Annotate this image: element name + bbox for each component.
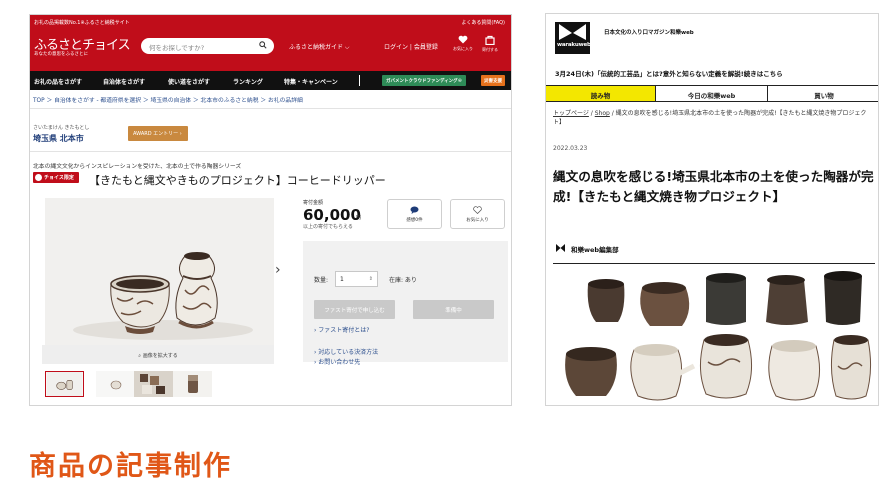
divider — [30, 108, 511, 109]
product-title: 【きたもと縄文やきものプロジェクト】コーヒードリッパー — [89, 174, 386, 187]
amount-label: 寄付金額 — [303, 200, 324, 206]
select-arrows-icon: ⇕ — [368, 276, 373, 282]
login-link[interactable]: ログイン | 会員登録 — [384, 42, 438, 51]
choice-limited-badge: チョイス限定 — [33, 172, 79, 183]
heart-icon — [458, 35, 468, 44]
city-name[interactable]: 埼玉県 北本市 — [33, 133, 84, 144]
favorite-label: お気に入り — [466, 218, 489, 223]
news-banner[interactable]: 3月24日(木)「伝統的工芸品」とは?意外と知らない定義を解説!続きはこちら — [555, 68, 783, 78]
next-image-arrow[interactable]: › — [275, 262, 281, 278]
disaster-support-button[interactable]: 災害支援 — [481, 75, 505, 86]
warakuweb-screenshot: warakuweb 日本文化の入り口マガジン和樂web 3月24日(木)「伝統的… — [545, 13, 879, 406]
quantity-value: 1 — [340, 276, 344, 283]
guide-menu[interactable]: ふるさと納税ガイド ⌵ — [289, 42, 349, 52]
nav-divider — [359, 75, 360, 86]
thanks-button[interactable]: 感想0件 — [387, 199, 442, 229]
favorites-button[interactable]: お気に入り — [450, 35, 476, 61]
furusato-choice-screenshot: お礼の品掲載数No.1※ふるさと納税サイト よくある質問(FAQ) ふるさとチョ… — [29, 14, 512, 406]
amount-unit: 円 — [356, 215, 362, 221]
fast-donate-info-link[interactable]: › ファスト寄付とは? — [314, 325, 370, 334]
site-header: お礼の品掲載数No.1※ふるさと納税サイト よくある質問(FAQ) ふるさとチョ… — [30, 15, 511, 71]
favorite-button[interactable]: お気に入り — [450, 199, 505, 229]
city-kana: さいたまけん きたもとし — [33, 125, 90, 131]
category-tabs: 読み物 今日の和樂web 買い物 — [546, 85, 878, 102]
nav-item-gifts[interactable]: お礼の品をさがす — [34, 77, 82, 86]
badge-label: チョイス限定 — [44, 175, 74, 181]
warakuweb-logo[interactable]: warakuweb — [555, 22, 591, 54]
product-main-image[interactable] — [45, 198, 274, 345]
quantity-select[interactable]: 1 ⇕ — [335, 271, 378, 287]
nav-item-features[interactable]: 特集・キャンペーン — [284, 77, 338, 86]
nav-item-municipalities[interactable]: 自治体をさがす — [103, 77, 145, 86]
zoom-image-button[interactable]: ⌕ 画像を拡大する — [42, 345, 274, 364]
article-date: 2022.03.23 — [553, 145, 588, 152]
contact-link[interactable]: › お問い合わせ先 — [314, 357, 360, 366]
favorites-label: お気に入り — [453, 46, 473, 51]
fast-donate-button[interactable]: ファスト寄付で申し込む — [314, 300, 395, 319]
quantity-label: 数量: — [314, 277, 329, 284]
badge-icon — [35, 174, 42, 181]
gcf-button[interactable]: ガバメントクラウドファンディング® — [382, 75, 467, 86]
amount-note: 以上の寄付でもらえる — [303, 224, 353, 230]
article-author[interactable]: 和樂web編集部 — [571, 244, 619, 254]
search-icon[interactable] — [259, 41, 267, 49]
divider — [553, 263, 875, 264]
site-logo-subtitle: あなたの意思をふるさとに — [34, 52, 88, 57]
article-title: 縄文の息吹を感じる!埼玉県北本市の土を使った陶器が完成!【きたもと縄文焼き物プロ… — [553, 169, 874, 204]
logo-bowtie-icon — [559, 24, 586, 40]
author-logo-icon — [556, 244, 565, 252]
site-tagline: 日本文化の入り口マガジン和樂web — [604, 30, 694, 36]
nav-item-usage[interactable]: 使い道をさがす — [168, 77, 210, 86]
speech-bubble-icon — [410, 206, 419, 214]
faq-link[interactable]: よくある質問(FAQ) — [461, 19, 505, 26]
thumbnail-1[interactable] — [45, 371, 84, 397]
nav-item-ranking[interactable]: ランキング — [233, 77, 263, 86]
preparing-button[interactable]: 準備中 — [413, 300, 494, 319]
article-hero-image — [546, 270, 878, 405]
donation-amount: 60,000 — [303, 206, 361, 224]
breadcrumb-top[interactable]: トップページ — [553, 110, 589, 117]
main-nav: お礼の品をさがす 自治体をさがす 使い道をさがす ランキング 特集・キャンペーン… — [30, 71, 511, 90]
thumbnail-3[interactable] — [134, 371, 173, 397]
bag-icon — [485, 35, 495, 45]
product-subtitle: 北本の縄文文化からインスピレーションを受けた、北本の土で作る陶器シリーズ — [33, 164, 242, 170]
tab-shopping[interactable]: 買い物 — [767, 86, 878, 101]
header-top-line: お礼の品掲載数No.1※ふるさと納税サイト — [34, 20, 130, 26]
tab-today[interactable]: 今日の和樂web — [655, 86, 767, 101]
thanks-label: 感想0件 — [406, 218, 423, 223]
tab-reading[interactable]: 読み物 — [546, 86, 655, 101]
donate-list-label: 寄付する — [482, 47, 498, 52]
purchase-box: 数量: 1 ⇕ 在庫: あり ファスト寄付で申し込む 準備中 › ファスト寄付と… — [303, 241, 508, 366]
breadcrumb-shop[interactable]: Shop — [595, 110, 610, 117]
breadcrumb: トップページ / Shop / 縄文の息吹を感じる!埼玉県北本市の土を使った陶器… — [553, 110, 867, 126]
divider — [30, 151, 511, 152]
heart-outline-icon — [473, 206, 482, 214]
award-entry-button[interactable]: AWARD エントリー › — [128, 126, 188, 141]
stock-status: 在庫: あり — [389, 277, 417, 284]
section-heading: 商品の記事制作 — [29, 451, 232, 482]
search-input[interactable]: 何をお探しですか? — [141, 38, 274, 54]
breadcrumb[interactable]: TOP ＞ 自治体をさがす - 都道府県を選択 ＞ 埼玉県の自治体 ＞ 北本市の… — [33, 95, 303, 104]
search-placeholder: 何をお探しですか? — [149, 44, 205, 52]
payment-methods-link[interactable]: › 対応している決済方法 — [314, 347, 378, 356]
donate-list-button[interactable]: 寄付する — [477, 35, 503, 61]
thumbnail-4[interactable] — [173, 371, 212, 397]
zoom-label: 画像を拡大する — [142, 353, 178, 359]
logo-text: warakuweb — [557, 42, 591, 48]
thumbnail-2[interactable] — [96, 371, 135, 397]
